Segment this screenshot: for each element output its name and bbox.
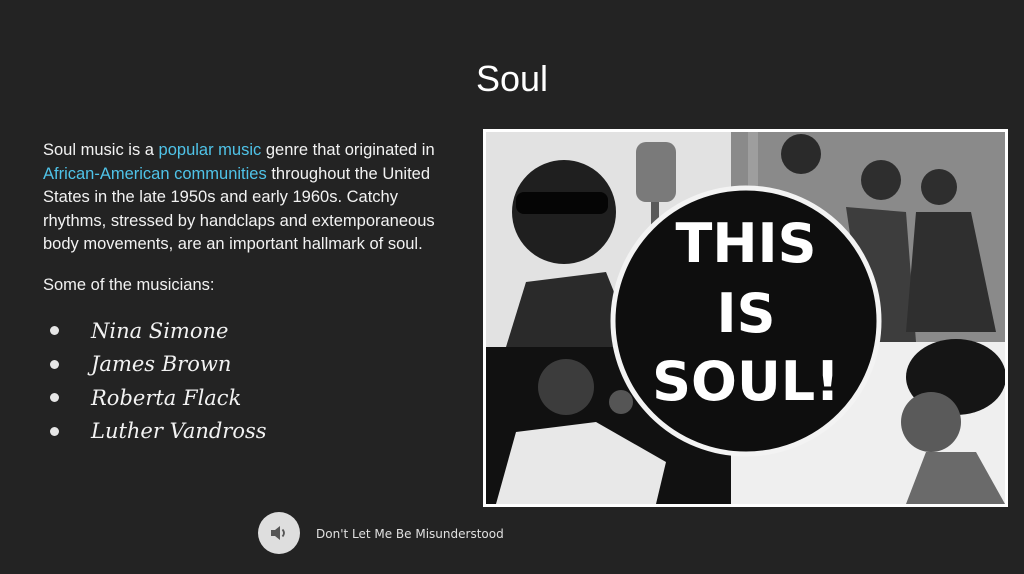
speaker-icon bbox=[271, 526, 285, 540]
track-title: Don't Let Me Be Misunderstood bbox=[316, 527, 504, 541]
musician-name: James Brown bbox=[91, 352, 232, 377]
audio-play-button[interactable] bbox=[258, 512, 300, 554]
intro-text: genre that originated in bbox=[261, 141, 435, 159]
musicians-list: Nina Simone James Brown Roberta Flack Lu… bbox=[50, 314, 267, 448]
bullet-icon bbox=[50, 326, 59, 336]
musician-name: Luther Vandross bbox=[91, 419, 267, 444]
intro-paragraph: Soul music is a popular music genre that… bbox=[43, 139, 463, 257]
slide: Soul Soul music is a popular music genre… bbox=[0, 0, 1024, 574]
soul-collage-image: THIS IS SOUL! bbox=[483, 129, 1008, 507]
african-american-communities-link[interactable]: African-American communities bbox=[43, 165, 267, 183]
list-item: James Brown bbox=[50, 348, 267, 382]
badge-line: IS bbox=[717, 282, 776, 345]
popular-music-link[interactable]: popular music bbox=[159, 141, 262, 159]
musician-name: Nina Simone bbox=[91, 318, 229, 343]
slide-title: Soul bbox=[475, 58, 549, 99]
collage-picture: THIS IS SOUL! bbox=[486, 132, 1005, 504]
badge-line: SOUL! bbox=[652, 350, 840, 413]
list-item: Roberta Flack bbox=[50, 381, 267, 415]
bullet-icon bbox=[50, 393, 59, 403]
list-item: Luther Vandross bbox=[50, 415, 267, 449]
intro-text: Soul music is a bbox=[43, 141, 159, 159]
musicians-heading: Some of the musicians: bbox=[43, 276, 215, 294]
bullet-icon bbox=[50, 426, 59, 436]
musician-name: Roberta Flack bbox=[91, 385, 242, 410]
badge-line: THIS bbox=[675, 212, 816, 275]
list-item: Nina Simone bbox=[50, 314, 267, 348]
bullet-icon bbox=[50, 359, 59, 369]
